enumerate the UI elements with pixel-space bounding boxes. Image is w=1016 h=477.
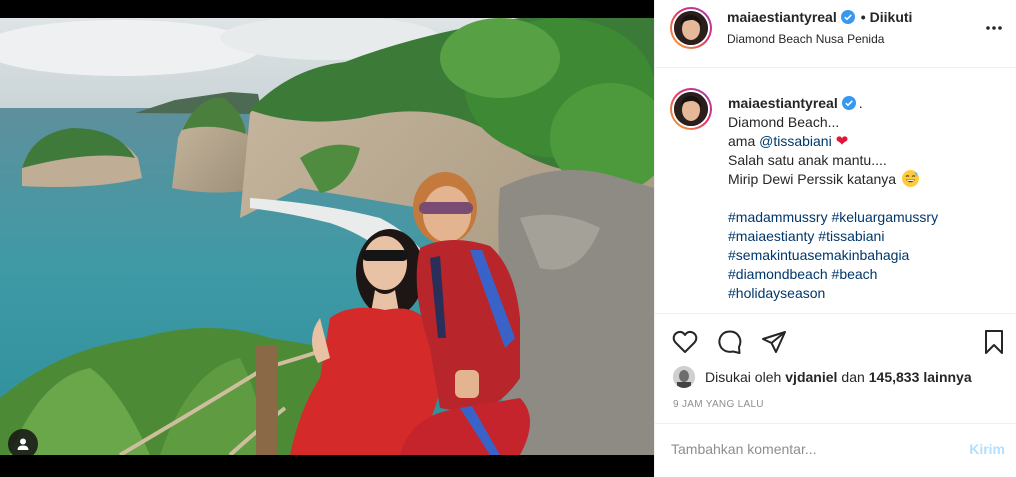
caption-text-fragment: Mirip Dewi Perssik katanya xyxy=(728,171,897,187)
post-author: maiaestiantyreal • Diikuti xyxy=(727,9,912,25)
hashtag-link[interactable]: #semakintuasemakinbahagia xyxy=(728,247,909,263)
caption-line: #holidayseason xyxy=(728,284,1008,303)
caption-line: Diamond Beach... xyxy=(728,114,840,130)
caption-author: maiaestiantyreal . xyxy=(728,95,863,111)
post-comment-button[interactable]: Kirim xyxy=(969,441,1005,457)
beach-scene-image xyxy=(0,18,654,455)
caption-line: #semakintuasemakinbahagia xyxy=(728,246,1008,265)
action-bar xyxy=(655,322,1016,362)
likes-suffix-link[interactable]: lainnya xyxy=(923,369,971,385)
caption-avatar[interactable] xyxy=(670,88,712,130)
liker-avatar[interactable] xyxy=(673,366,695,388)
post-timestamp[interactable]: 9 JAM YANG LALU xyxy=(673,399,764,410)
hashtag-link[interactable]: #madammussry xyxy=(728,209,828,225)
likes-middle: dan xyxy=(841,369,865,385)
comment-input[interactable] xyxy=(671,441,951,457)
caption-line: #maiaestianty #tissabiani xyxy=(728,227,1008,246)
bookmark-icon[interactable] xyxy=(978,326,1010,358)
post-side-panel: maiaestiantyreal • Diikuti Diamond Beach… xyxy=(654,0,1016,477)
user-tag-icon[interactable] xyxy=(8,429,38,455)
likes-count-link[interactable]: 145,833 xyxy=(869,369,920,385)
liker-username-link[interactable]: vjdaniel xyxy=(785,369,837,385)
comment-bar: Kirim xyxy=(655,423,1016,477)
hashtag-link[interactable]: #keluargamussry xyxy=(831,209,938,225)
caption-line: ama @tissabiani ❤ xyxy=(728,132,1008,151)
hashtag-link[interactable]: #tissabiani xyxy=(818,228,884,244)
username-link[interactable]: maiaestiantyreal xyxy=(727,9,837,25)
post-viewer: maiaestiantyreal • Diikuti Diamond Beach… xyxy=(0,0,1016,477)
caption-line: #diamondbeach #beach xyxy=(728,265,1008,284)
caption-line: #madammussry #keluargamussry xyxy=(728,208,1008,227)
hashtag-link[interactable]: #beach xyxy=(832,266,878,282)
hashtag-link[interactable]: #holidayseason xyxy=(728,285,825,301)
avatar[interactable] xyxy=(670,7,712,49)
caption-line: Mirip Dewi Perssik katanya xyxy=(728,170,1008,189)
likes-summary: Disukai oleh vjdaniel dan 145,833 lainny… xyxy=(673,364,976,390)
follow-separator: • xyxy=(860,9,866,25)
caption-username-link[interactable]: maiaestiantyreal xyxy=(728,95,838,111)
verified-badge-icon xyxy=(840,10,855,24)
share-icon[interactable] xyxy=(758,326,790,358)
hashtag-link[interactable]: #maiaestianty xyxy=(728,228,814,244)
red-heart-emoji-icon: ❤ xyxy=(835,133,849,150)
grinning-sweat-emoji-icon xyxy=(901,170,919,187)
following-button[interactable]: Diikuti xyxy=(870,9,913,25)
post-photo[interactable] xyxy=(0,18,654,455)
more-options-icon[interactable] xyxy=(983,18,1005,38)
caption-text-fragment: ama xyxy=(728,133,760,149)
caption-period: . xyxy=(858,95,863,111)
likes-prefix: Disukai oleh xyxy=(705,369,782,385)
caption-text: Diamond Beach... ama @tissabiani ❤ Salah… xyxy=(728,113,1008,303)
heart-icon[interactable] xyxy=(669,326,701,358)
caption-line: Salah satu anak mantu.... xyxy=(728,152,887,168)
mention-link[interactable]: @tissabiani xyxy=(759,133,832,149)
location-link[interactable]: Diamond Beach Nusa Penida xyxy=(727,32,884,46)
comment-icon[interactable] xyxy=(714,326,746,358)
post-header: maiaestiantyreal • Diikuti Diamond Beach… xyxy=(655,0,1016,68)
hashtag-link[interactable]: #diamondbeach xyxy=(728,266,828,282)
verified-badge-icon xyxy=(841,96,856,110)
